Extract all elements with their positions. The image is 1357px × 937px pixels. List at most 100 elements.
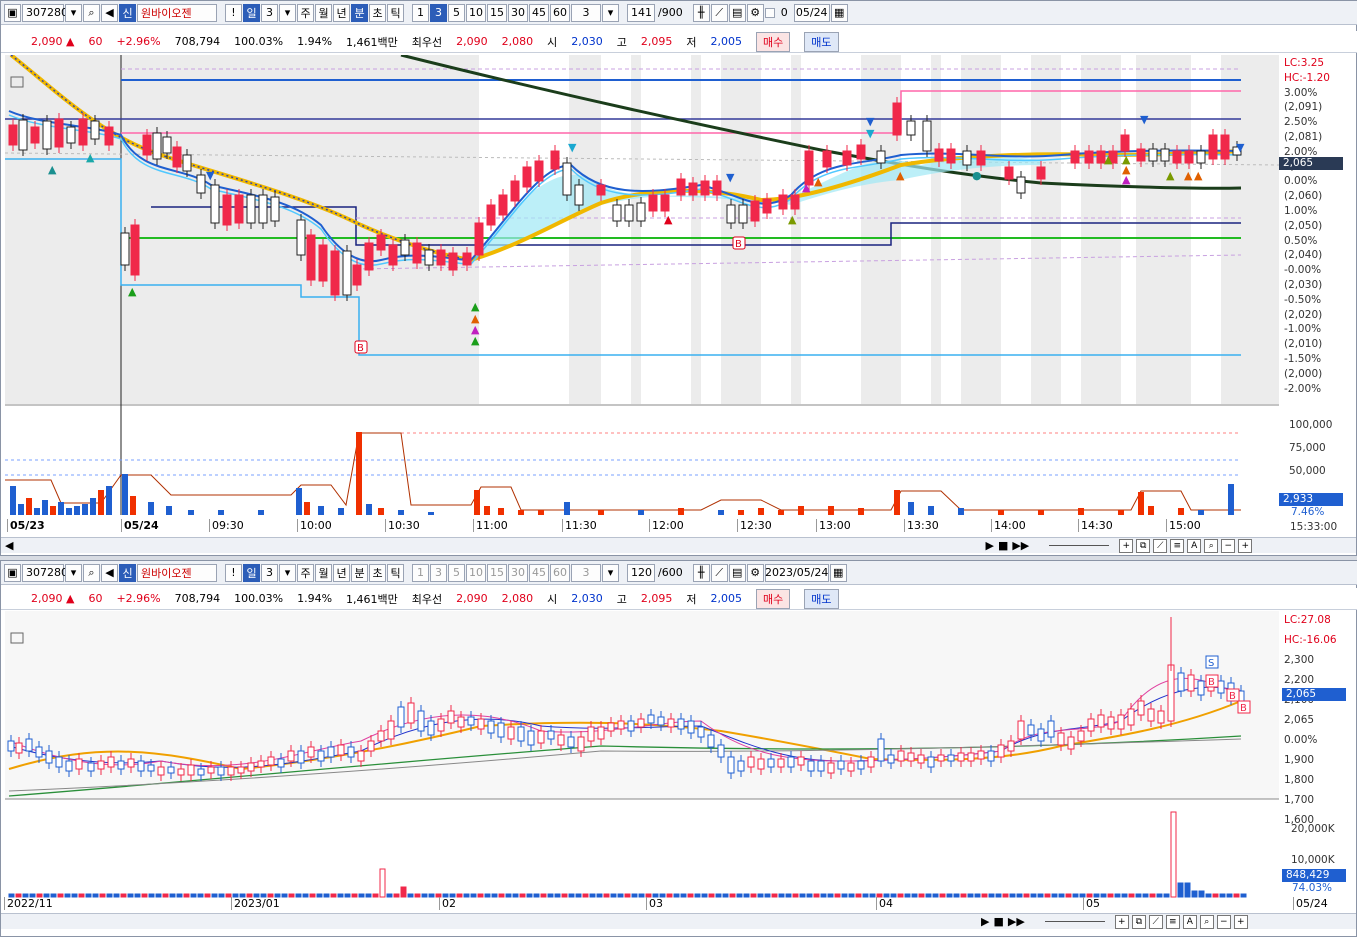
- interval-10-button[interactable]: 10: [466, 563, 486, 582]
- intraday-scrollbar[interactable]: ◀ ▶ ■ ▶▶ + ⧉ ⟋ ≡ A ⌕ − +: [1, 537, 1356, 553]
- chart-type-icon[interactable]: ╫: [692, 563, 710, 582]
- interval-count-input[interactable]: 3: [571, 3, 601, 22]
- interval-5-button[interactable]: 5: [448, 3, 465, 22]
- stock-code-input[interactable]: 307280: [22, 3, 68, 22]
- copy-icon[interactable]: ⧉: [1131, 914, 1146, 929]
- interval-count-input[interactable]: 3: [571, 563, 601, 582]
- code-dropdown-icon[interactable]: ▾: [65, 3, 82, 22]
- interval-dropdown-icon[interactable]: ▾: [602, 3, 619, 22]
- period-month-button[interactable]: 월: [315, 3, 332, 22]
- period-minute-button[interactable]: 분: [351, 3, 368, 22]
- plus-icon[interactable]: +: [1233, 914, 1248, 929]
- fib-icon[interactable]: ≡: [1170, 538, 1185, 553]
- interval-30-button[interactable]: 30: [508, 3, 528, 22]
- interval-3-button[interactable]: 3: [430, 3, 447, 22]
- period-week-button[interactable]: 주: [297, 3, 314, 22]
- fib-icon[interactable]: ≡: [1165, 914, 1180, 929]
- intraday-price-chart[interactable]: ▲▲▲▼▲▲▲▲▼▲▼▲▲ ▲▼▼▲ ●▲ ▲▲▲▼▲ ▲ ▲▼BB: [1, 55, 1279, 515]
- zoom-slider[interactable]: [1049, 545, 1110, 546]
- fast-forward-icon[interactable]: ▶▶: [1012, 539, 1029, 552]
- date-input[interactable]: 05/24: [793, 3, 830, 22]
- warning-button[interactable]: !: [225, 3, 242, 22]
- daily-price-chart[interactable]: SBBB: [1, 611, 1279, 901]
- period-minute-button[interactable]: 분: [351, 563, 368, 582]
- chart-type-icon[interactable]: ╫: [692, 3, 710, 22]
- trend-line-icon[interactable]: ⟋: [1153, 538, 1168, 553]
- calendar-icon[interactable]: ▦: [829, 563, 847, 582]
- period-year-button[interactable]: 년: [333, 3, 350, 22]
- stop-icon[interactable]: ■: [998, 539, 1008, 552]
- interval-5-button[interactable]: 5: [448, 563, 465, 582]
- interval-15-button[interactable]: 15: [487, 563, 507, 582]
- period-month-button[interactable]: 월: [315, 563, 332, 582]
- text-tool-icon[interactable]: A: [1187, 538, 1202, 553]
- calendar-icon[interactable]: ▦: [830, 3, 848, 22]
- option-checkbox[interactable]: [764, 7, 775, 18]
- scroll-left-icon[interactable]: ◀: [5, 539, 13, 552]
- zoom-icon[interactable]: ⌕: [1199, 914, 1214, 929]
- text-tool-icon[interactable]: A: [1182, 914, 1197, 929]
- sell-button[interactable]: 매도: [804, 588, 839, 609]
- period-day-button[interactable]: 일: [243, 563, 260, 582]
- speaker-icon[interactable]: ◀: [101, 3, 118, 22]
- copy-icon[interactable]: ⧉: [1136, 538, 1151, 553]
- crosshair-icon[interactable]: +: [1119, 538, 1134, 553]
- window-menu-icon[interactable]: ▣: [4, 3, 21, 22]
- buy-button[interactable]: 매수: [756, 31, 791, 52]
- interval-10-button[interactable]: 10: [466, 3, 486, 22]
- trend-line-icon[interactable]: ⟋: [1148, 914, 1163, 929]
- scroll-right-icon[interactable]: ▶: [981, 915, 989, 928]
- period-second-button[interactable]: 초: [369, 3, 386, 22]
- search-icon[interactable]: ⌕: [83, 563, 100, 582]
- line-tool-icon[interactable]: ⟋: [710, 563, 728, 582]
- stock-code-input[interactable]: 307280: [22, 563, 68, 582]
- plus-icon[interactable]: +: [1238, 538, 1253, 553]
- interval-45-button[interactable]: 45: [529, 563, 549, 582]
- search-icon[interactable]: ⌕: [83, 3, 100, 22]
- interval-dropdown-icon[interactable]: ▾: [602, 563, 619, 582]
- fast-forward-icon[interactable]: ▶▶: [1008, 915, 1025, 928]
- intraday-chart-pane: ▣ 307280 ▾ ⌕ ◀ 신 원바이오젠 ! 일 3 ▾ 주 월 년 분 초…: [0, 0, 1357, 556]
- crosshair-icon[interactable]: +: [1114, 914, 1129, 929]
- gear-icon[interactable]: ⚙: [746, 3, 764, 22]
- period-tick-button[interactable]: 틱: [387, 3, 404, 22]
- bar-count-input[interactable]: 141: [627, 3, 655, 22]
- interval-1-button[interactable]: 1: [412, 563, 429, 582]
- buy-button[interactable]: 매수: [756, 588, 791, 609]
- date-input[interactable]: 2023/05/24: [764, 563, 829, 582]
- daily-scrollbar[interactable]: ▶ ■ ▶▶ + ⧉ ⟋ ≡ A ⌕ − +: [1, 913, 1356, 929]
- period-count-input[interactable]: 3: [261, 563, 278, 582]
- minus-icon[interactable]: −: [1216, 914, 1231, 929]
- interval-30-button[interactable]: 30: [508, 563, 528, 582]
- bar-count-input[interactable]: 120: [627, 563, 655, 582]
- code-dropdown-icon[interactable]: ▾: [65, 563, 82, 582]
- period-year-button[interactable]: 년: [333, 563, 350, 582]
- sell-button[interactable]: 매도: [804, 31, 839, 52]
- scroll-right-icon[interactable]: ▶: [985, 539, 993, 552]
- save-icon[interactable]: ▤: [728, 563, 746, 582]
- zoom-slider[interactable]: [1044, 921, 1105, 922]
- interval-15-button[interactable]: 15: [487, 3, 507, 22]
- period-count-input[interactable]: 3: [261, 3, 278, 22]
- candle: [448, 252, 458, 271]
- stop-icon[interactable]: ■: [993, 915, 1003, 928]
- warning-button[interactable]: !: [225, 563, 242, 582]
- save-icon[interactable]: ▤: [728, 3, 746, 22]
- interval-3-button[interactable]: 3: [430, 563, 447, 582]
- count-dropdown-icon[interactable]: ▾: [279, 563, 296, 582]
- interval-1-button[interactable]: 1: [412, 3, 429, 22]
- period-day-button[interactable]: 일: [243, 3, 260, 22]
- zoom-icon[interactable]: ⌕: [1204, 538, 1219, 553]
- minus-icon[interactable]: −: [1221, 538, 1236, 553]
- period-week-button[interactable]: 주: [297, 563, 314, 582]
- line-tool-icon[interactable]: ⟋: [710, 3, 728, 22]
- gear-icon[interactable]: ⚙: [746, 563, 764, 582]
- window-menu-icon[interactable]: ▣: [4, 563, 21, 582]
- count-dropdown-icon[interactable]: ▾: [279, 3, 296, 22]
- period-tick-button[interactable]: 틱: [387, 563, 404, 582]
- interval-60-button[interactable]: 60: [550, 3, 570, 22]
- period-second-button[interactable]: 초: [369, 563, 386, 582]
- interval-60-button[interactable]: 60: [550, 563, 570, 582]
- interval-45-button[interactable]: 45: [529, 3, 549, 22]
- speaker-icon[interactable]: ◀: [101, 563, 118, 582]
